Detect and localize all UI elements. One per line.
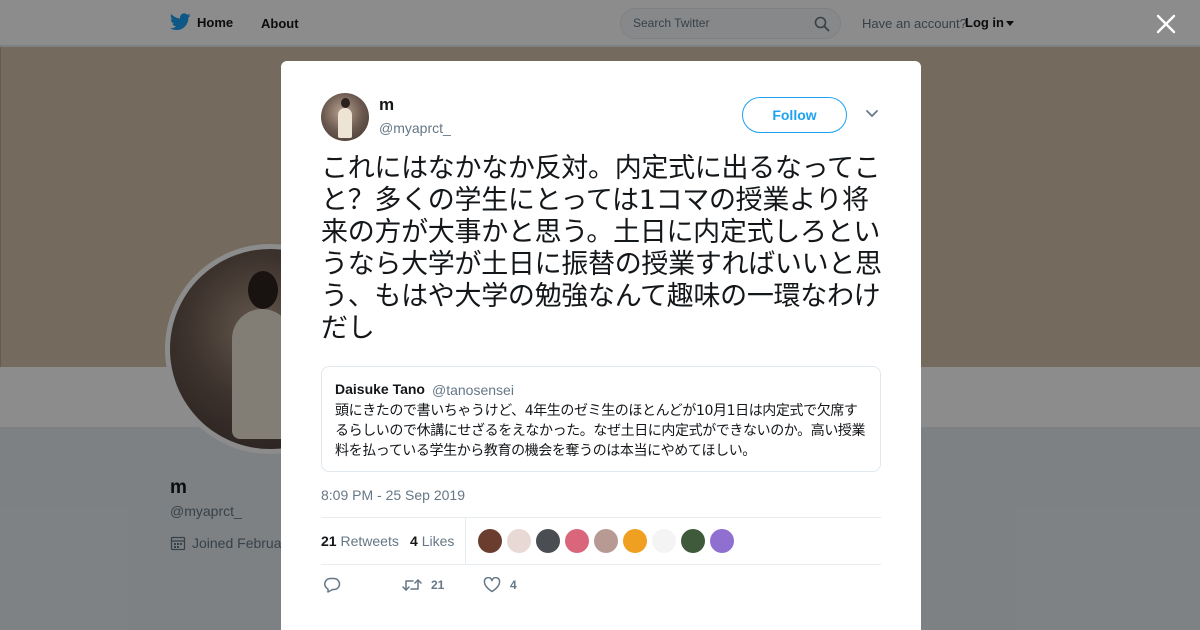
tweet-text: これにはなかなか反対。内定式に出るなってこと？多くの学生にとっては1コマの授業よ… bbox=[321, 153, 882, 344]
stats-divider bbox=[465, 518, 466, 565]
author-name[interactable]: m bbox=[379, 95, 394, 115]
retweets-count: 21 bbox=[321, 533, 337, 549]
retweet-button[interactable]: 21 bbox=[402, 577, 444, 593]
close-icon[interactable] bbox=[1154, 12, 1178, 36]
like-button[interactable]: 4 bbox=[483, 577, 517, 593]
reply-icon bbox=[324, 577, 341, 593]
liker-avatar[interactable] bbox=[565, 529, 589, 553]
liker-avatar[interactable] bbox=[681, 529, 705, 553]
liker-avatar[interactable] bbox=[536, 529, 560, 553]
tweet-stats: 21 Retweets 4 Likes bbox=[321, 517, 881, 565]
quoted-author-name: Daisuke Tano bbox=[335, 381, 425, 397]
chevron-down-icon[interactable] bbox=[865, 109, 879, 119]
liker-avatar[interactable] bbox=[710, 529, 734, 553]
quoted-tweet-card[interactable]: Daisuke Tano @tanosensei 頭にきたので書いちゃうけど、4… bbox=[321, 366, 881, 472]
quoted-author-handle: @tanosensei bbox=[432, 382, 514, 398]
author-handle[interactable]: @myaprct_ bbox=[379, 120, 451, 136]
liker-avatar[interactable] bbox=[594, 529, 618, 553]
retweet-count: 21 bbox=[431, 578, 445, 592]
tweet-actions: 21 4 bbox=[321, 577, 881, 597]
retweet-icon bbox=[402, 579, 422, 591]
author-avatar[interactable] bbox=[321, 93, 369, 141]
likes-count: 4 bbox=[410, 533, 418, 549]
tweet-modal: m @myaprct_ Follow これにはなかなか反対。内定式に出るなってこ… bbox=[281, 61, 921, 630]
retweets-stat[interactable]: 21 Retweets bbox=[321, 533, 399, 549]
follow-button[interactable]: Follow bbox=[742, 97, 847, 133]
likes-stat[interactable]: 4 Likes bbox=[410, 533, 454, 549]
like-count: 4 bbox=[510, 578, 517, 592]
tweet-timestamp[interactable]: 8:09 PM - 25 Sep 2019 bbox=[321, 487, 465, 503]
liker-avatar[interactable] bbox=[623, 529, 647, 553]
reply-button[interactable] bbox=[323, 577, 341, 593]
liker-avatar[interactable] bbox=[478, 529, 502, 553]
retweets-label: Retweets bbox=[340, 533, 399, 549]
likes-label: Likes bbox=[421, 533, 455, 549]
liker-avatar[interactable] bbox=[507, 529, 531, 553]
liker-avatar[interactable] bbox=[652, 529, 676, 553]
liker-avatars bbox=[478, 529, 734, 553]
heart-icon bbox=[483, 577, 501, 593]
quoted-tweet-text: 頭にきたので書いちゃうけど、4年生のゼミ生のほとんどが10月1日は内定式で欠席す… bbox=[335, 403, 866, 459]
